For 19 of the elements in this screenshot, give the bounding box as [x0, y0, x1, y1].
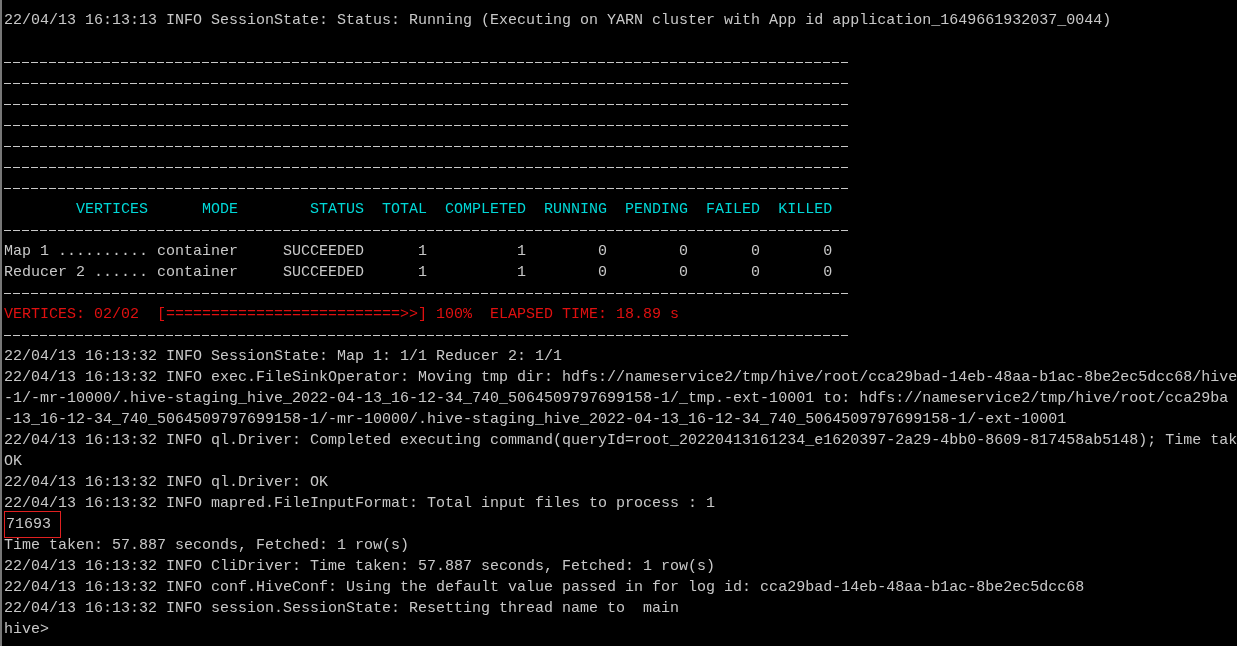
- log-line: 22/04/13 16:13:32 INFO CliDriver: Time taken: 57.887 seconds, Fetched: 1 row(s): [4, 557, 716, 576]
- table-row: Map 1 .......... container SUCCEEDED 1 1 0 0 0 0: [4, 242, 833, 261]
- shell-prompt: hive>: [4, 620, 49, 639]
- log-line: 22/04/13 16:13:32 INFO exec.FileSinkOperator: Moving tmp dir: hdfs://nameservice2/tmp/hive/root/cca29bad-14eb-48aa-b1ac-8be2ec5dcc68/hive: [4, 368, 1237, 387]
- table-row: Reducer 2 ...... container SUCCEEDED 1 1 0 0 0 0: [4, 263, 833, 282]
- query-result: 71693: [5, 512, 60, 537]
- log-line: Time taken: 57.887 seconds, Fetched: 1 row(s): [4, 536, 410, 555]
- progress-line: VERTICES: 02/02 [==========================>>] 100% ELAPSED TIME: 18.89 s: [4, 305, 680, 324]
- log-line: 22/04/13 16:13:32 INFO session.SessionState: Resetting thread name to main: [4, 599, 680, 618]
- log-line: -13_16-12-34_740_5064509797699158-1/-mr-10000/.hive-staging_hive_2022-04-13_16-12-34_740_5064509797699158-1/-ext-10001: [4, 410, 1067, 429]
- log-line: 22/04/13 16:13:32 INFO mapred.FileInputFormat: Total input files to process : 1: [4, 494, 716, 513]
- table-header: VERTICES MODE STATUS TOTAL COMPLETED RUNNING PENDING FAILED KILLED: [75, 200, 833, 219]
- log-line: 22/04/13 16:13:32 INFO ql.Driver: OK: [4, 473, 329, 492]
- log-line: -1/-mr-10000/.hive-staging_hive_2022-04-13_16-12-34_740_5064509797699158-1/_tmp.-ext-10001 to: hdfs://nameservice2/tmp/hive/root/cca29ba: [4, 389, 1229, 408]
- log-line: 22/04/13 16:13:32 INFO ql.Driver: Completed executing command(queryId=root_20220413161234_e1620397-2a29-4bb0-8609-817458ab5148); Time tak: [4, 431, 1237, 450]
- log-line: OK: [4, 452, 22, 471]
- log-line: 22/04/13 16:13:13 INFO SessionState: Status: Running (Executing on YARN cluster with App id application_1649661932037_0044): [4, 11, 1112, 30]
- log-line: 22/04/13 16:13:32 INFO SessionState: Map 1: 1/1 Reducer 2: 1/1: [4, 347, 563, 366]
- log-line: 22/04/13 16:13:32 INFO conf.HiveConf: Using the default value passed in for log id: cca29bad-14eb-48aa-b1ac-8be2ec5dcc68: [4, 578, 1085, 597]
